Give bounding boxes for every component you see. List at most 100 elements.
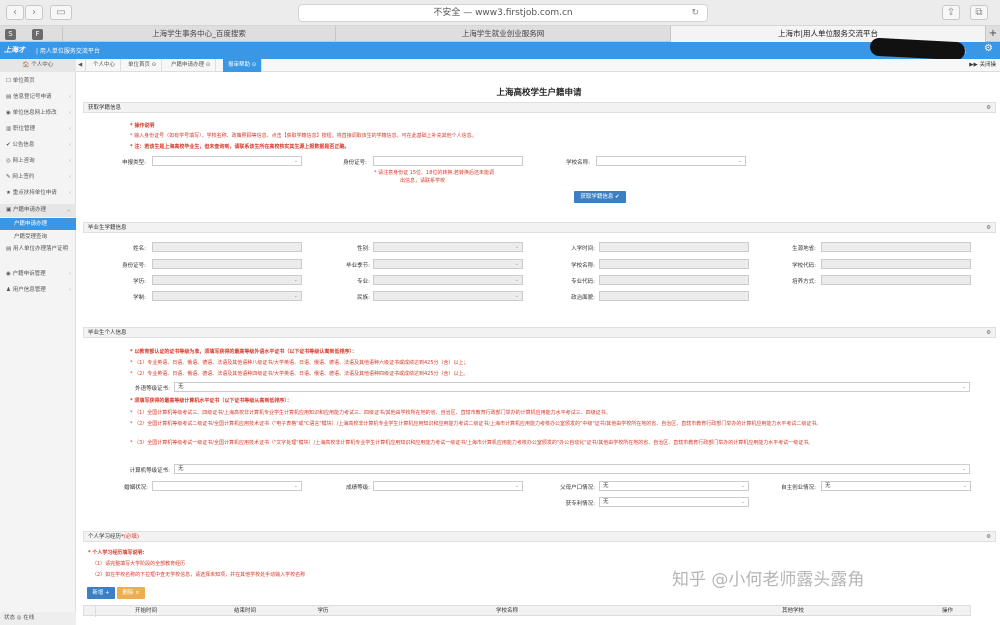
col-other-school: 其他学校 [781,608,804,614]
reload-icon[interactable]: ↻ [691,5,699,21]
gear-icon[interactable]: ⚙ [986,223,991,233]
select-computer[interactable]: 无 ⌄ [174,464,970,474]
grad-label: 政治面貌: [571,295,595,301]
back-icon[interactable]: ‹ [6,5,24,20]
url-text: 不安全 — www3.firstjob.com.cn [433,8,573,18]
share-icon[interactable]: ⇪ [942,5,960,20]
select-school[interactable]: ⌄ [596,156,746,166]
select-foreign[interactable]: 无 ⌄ [174,382,970,392]
sidebar-section-personal[interactable]: 🏠 个人中心 [0,59,76,72]
col-actions: 操作 [941,608,953,614]
sidebar-item-register[interactable]: ▤ 信息登记号申请 ‹ [0,91,76,104]
tab-baidu[interactable]: 上海学生事务中心_百度搜索 [62,26,335,42]
grad-label: 专业代码: [571,279,595,285]
label-type: 申报类型: [122,160,146,166]
grad-label: 入学时间: [571,246,595,252]
crumb-prev-icon[interactable]: ◀ [76,59,86,72]
gear-icon[interactable]: ⚙ [986,328,991,338]
grad-label: 性别: [357,246,370,252]
grad-field[interactable] [152,259,302,269]
delete-button[interactable]: 删除 × [117,587,145,599]
grad-label: 生源地省: [792,246,816,252]
col-start: 开始时间 [134,608,157,614]
gear-icon[interactable]: ⚙ [986,103,991,113]
grad-field[interactable]: ⌄ [373,275,523,285]
sidebar-toggle-icon[interactable]: ▭ [50,5,72,20]
sidebar-subitem-query[interactable]: 户籍受理查询 [0,231,76,243]
grad-field[interactable] [599,242,749,252]
sidebar-item-support[interactable]: ★ 重点扶持单位申请 ‹ [0,187,76,200]
sidebar-item-jobs[interactable]: ▥ 职位管理 ‹ [0,123,76,136]
grad-field[interactable]: ⌄ [152,275,302,285]
sidebar-item-household[interactable]: ▣ 户籍申请办理 ⌄ [0,204,76,217]
select-entrepreneur[interactable]: 无 ⌄ [821,481,971,491]
forward-icon[interactable]: › [25,5,43,20]
note-text-1: * 输入身份证号（如有学号填写），学校名称、政策照顾等信息，点击【获取学籍信息】… [130,133,477,139]
sidebar-item-modify[interactable]: ◉ 单位信息网上修改 ‹ [0,107,76,120]
select-household[interactable]: 无 ⌄ [599,481,749,491]
tabs-overview-icon[interactable]: ⧉ [970,5,988,20]
study-table-header: 开始时间 结束时间 学历 学校名称 其他学校 操作 [83,605,971,617]
label-id: 身份证号: [343,160,367,166]
label-computer: 计算机等级证书: [129,468,170,474]
panel-graduate-header: 毕业生学籍信息 ⚙ [83,222,996,233]
sidebar-item-home[interactable]: ☐ 单位首页 [0,75,76,88]
select-marriage[interactable]: ⌄ [152,481,302,491]
foreign-note-1: * （1）专业英语、日语、俄语、德语、法语及其他语种八级证书/大学英语、日语、俄… [130,360,469,366]
grad-field[interactable] [821,275,971,285]
grad-field[interactable]: ⌄ [373,291,523,301]
tab-platform[interactable]: 上海市|用人单位服务交流平台 [670,26,985,42]
grad-field[interactable] [152,242,302,252]
site-title: | 用人单位服务交流平台 [36,48,100,55]
grad-field[interactable] [599,275,749,285]
study-note-2: （2）如在学校名称的下拉框中查无学校信息，请选择未知项，并在其他学校处手动输入学… [92,572,306,578]
crumb-household[interactable]: 户籍申请办理 ⊙ [166,59,217,72]
sidebar-item-settle-proof[interactable]: ▤ 用人单位办理落户证明 [0,245,76,263]
add-button[interactable]: 新增 + [87,587,115,599]
label-household: 父母户口情况: [560,485,595,491]
panel-study-header: 个人学习经历*(必填) ⚙ [83,531,996,542]
crumb-personal[interactable]: 个人中心 [88,59,122,72]
sidebar-item-contract[interactable]: ✎ 网上签约 ‹ [0,171,76,184]
sidebar: 🏠 个人中心 ☐ 单位首页 ▤ 信息登记号申请 ‹ ◉ 单位信息网上修改 ‹ ▥ 职… [0,59,76,625]
grad-field[interactable] [821,259,971,269]
crumb-help[interactable]: 报审帮助 ⊙ [223,59,263,72]
grad-label: 学校代码: [792,263,816,269]
grad-field[interactable] [821,242,971,252]
foreign-head: * 以教育部认证的证书等级为准，须填写获得的最高等级外语水平证书（以下证书等级认… [130,349,357,355]
computer-head: * 须填写获得的最高等级计算机水平证书（以下证书等级从高到低排序）： [130,398,292,404]
sidebar-item-user-info[interactable]: ♟ 用户信息管理 ‹ [0,284,76,297]
label-foreign: 外语等级证书: [135,386,170,392]
grad-field[interactable]: ⌄ [152,291,302,301]
grad-label: 专业: [357,279,370,285]
select-patent[interactable]: 无 ⌄ [599,497,749,507]
select-type[interactable]: ⌄ [152,156,302,166]
gear-icon[interactable]: ⚙ [984,43,993,54]
sidebar-item-consult[interactable]: ◎ 网上咨询 ‹ [0,155,76,168]
grad-field[interactable]: ⌄ [373,242,523,252]
favorite-s[interactable]: S [5,29,16,40]
grad-label: 学校名称: [571,263,595,269]
grad-label: 学历: [133,279,146,285]
fetch-info-button[interactable]: 获取学籍信息 ✔ [574,191,626,203]
sidebar-item-appeal[interactable]: ◉ 户籍申诉管理 ‹ [0,268,76,281]
address-bar[interactable]: 不安全 — www3.firstjob.com.cn ↻ [298,4,708,22]
grad-field[interactable] [599,291,749,301]
select-grade[interactable]: ⌄ [373,481,523,491]
sidebar-subitem-apply[interactable]: 户籍申请办理 [0,218,76,230]
crumb-home[interactable]: 单位首页 ⊙ [123,59,163,72]
favorite-f[interactable]: F [32,29,43,40]
tab-firstjob[interactable]: 上海学生就业创业服务网 [335,26,670,42]
sidebar-item-notices[interactable]: ✔ 公告信息 ‹ [0,139,76,152]
select-all-checkbox[interactable] [84,606,96,617]
close-actions[interactable]: ▶▶ 关闭操 [969,59,996,72]
label-entrepreneur: 自主创业情况: [781,485,816,491]
new-tab-icon[interactable]: + [985,26,1000,42]
computer-note-1: * （1）全国计算机等级考试三、四级证书/上海高校非计算机专业学生计算机应用知识… [130,410,611,416]
gear-icon[interactable]: ⚙ [986,532,991,542]
grad-field[interactable]: ⌄ [373,259,523,269]
grad-field[interactable] [599,259,749,269]
note-text-2: * 注：若该生是上海高校毕业生，但未查询到，请联系该生所在高校核实其生源上报数据… [130,144,350,150]
input-id[interactable] [373,156,523,166]
grad-label: 身份证号: [122,263,146,269]
